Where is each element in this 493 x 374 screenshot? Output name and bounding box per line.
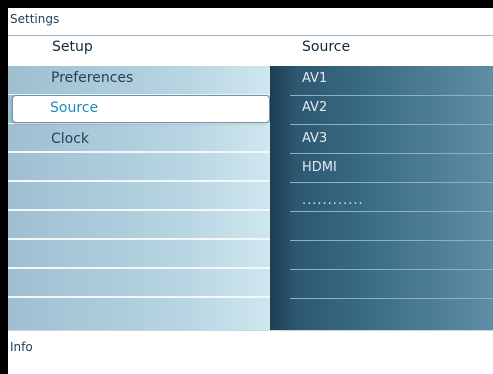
option-divider <box>290 298 493 299</box>
source-option-av3[interactable]: AV3 <box>302 131 327 146</box>
menu-divider <box>8 123 270 124</box>
menu-divider <box>8 209 270 211</box>
source-option-placeholder: ............ <box>302 193 364 208</box>
option-divider <box>290 182 493 183</box>
menu-divider <box>8 151 270 153</box>
setup-column-header: Setup <box>52 39 93 55</box>
window-title: Settings <box>10 12 60 26</box>
source-column-header: Source <box>302 39 351 55</box>
option-divider <box>290 269 493 270</box>
option-divider <box>290 124 493 125</box>
source-option-hdmi[interactable]: HDMI <box>302 160 337 175</box>
menu-divider <box>8 296 270 298</box>
option-divider <box>290 95 493 96</box>
option-divider <box>290 153 493 154</box>
menu-divider <box>8 180 270 182</box>
menu-item-clock[interactable]: Clock <box>51 131 89 147</box>
option-divider <box>290 211 493 212</box>
menu-divider <box>8 238 270 240</box>
source-option-av2[interactable]: AV2 <box>302 100 327 115</box>
title-bar: Settings <box>8 8 493 36</box>
tv-settings-screen: Settings Setup Source Preferences Source… <box>8 8 493 374</box>
info-label: Info <box>10 340 33 354</box>
menu-divider <box>8 267 270 269</box>
info-bar: Info <box>8 330 493 374</box>
source-option-av1[interactable]: AV1 <box>302 71 327 86</box>
menu-item-preferences[interactable]: Preferences <box>51 70 133 86</box>
menu-item-source-label: Source <box>50 100 99 116</box>
option-divider <box>290 240 493 241</box>
menu-item-source-selected[interactable]: Source <box>12 95 270 123</box>
